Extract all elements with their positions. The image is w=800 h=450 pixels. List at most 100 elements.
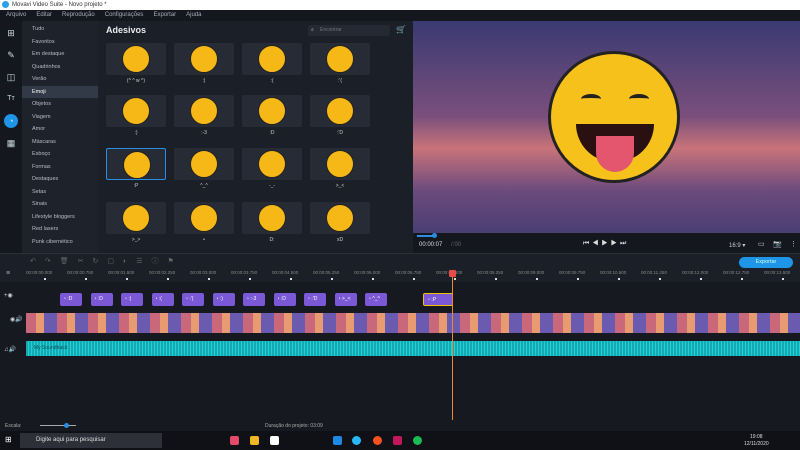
category-item[interactable]: Formas — [22, 161, 98, 174]
emoji-icon — [258, 97, 286, 125]
app-icon[interactable] — [393, 436, 402, 445]
category-item[interactable]: Setas — [22, 186, 98, 199]
sticker-clip[interactable]: ◔ :) — [212, 293, 235, 306]
category-item[interactable]: Esboço — [22, 148, 98, 161]
transitions-icon[interactable]: ◫ — [4, 70, 18, 84]
category-item[interactable]: Favoritos — [22, 36, 98, 49]
sticker-clip[interactable]: ◔ :'D — [304, 293, 326, 306]
snapshot-icon[interactable]: 📷 — [773, 240, 782, 248]
titles-icon[interactable]: Tт — [4, 92, 18, 106]
ruler-tick — [44, 278, 46, 280]
category-item[interactable]: Sinais — [22, 198, 98, 211]
playback-buttons[interactable]: ⏮◀▶▶⏭ — [583, 240, 629, 248]
seek-handle[interactable] — [432, 233, 437, 238]
sticker-tile[interactable] — [310, 202, 370, 234]
sticker-clip[interactable]: ◔ :D — [60, 293, 82, 306]
sticker-tile[interactable] — [242, 202, 302, 234]
app-icon[interactable] — [230, 436, 239, 445]
category-item[interactable]: Lifestyle bloggers — [22, 211, 98, 224]
sticker-tile[interactable] — [174, 148, 234, 180]
category-item[interactable]: Amor — [22, 123, 98, 136]
menu-item[interactable]: Exportar — [153, 10, 176, 21]
sticker-tile[interactable] — [174, 95, 234, 127]
audio-clip[interactable]: My Soundtrack — [26, 341, 800, 356]
filters-icon[interactable]: ✎ — [4, 48, 18, 62]
preview-emoji-sticker[interactable] — [548, 51, 680, 183]
scale-slider[interactable] — [40, 425, 76, 426]
fullscreen-icon[interactable]: ▭ — [758, 240, 765, 248]
sticker-tile[interactable] — [106, 148, 166, 180]
category-item[interactable]: Verão — [22, 73, 98, 86]
sticker-label: >_< — [335, 183, 345, 189]
start-icon[interactable]: ⊞ — [5, 435, 12, 444]
playhead[interactable] — [449, 270, 456, 420]
title-bar: Movavi Video Suite - Novo projeto * — [0, 0, 800, 10]
sticker-tile[interactable] — [242, 148, 302, 180]
menu-item[interactable]: Configurações — [105, 10, 144, 21]
sticker-tile[interactable] — [106, 95, 166, 127]
cart-icon[interactable]: 🛒 — [396, 25, 406, 34]
video-track-icon[interactable]: ◉🔊 — [10, 316, 23, 323]
aspect-select[interactable]: 16:9 ▾ — [729, 242, 745, 249]
category-item[interactable]: Punk cibernético — [22, 236, 98, 249]
menu-item[interactable]: Reprodução — [62, 10, 95, 21]
ruler-tick-label: 00:00:06.750 — [395, 270, 422, 275]
sticker-clip[interactable]: ◔ :'( — [182, 293, 204, 306]
emoji-icon — [122, 45, 150, 73]
app-icon[interactable] — [333, 436, 342, 445]
export-button[interactable]: Exportar — [739, 257, 793, 268]
more-icon[interactable]: ⋮ — [790, 240, 797, 248]
category-item[interactable]: Tudo — [22, 23, 98, 36]
category-item[interactable]: Emoji — [22, 85, 98, 98]
sticker-tile[interactable] — [106, 43, 166, 75]
explorer-icon[interactable] — [250, 436, 259, 445]
category-item[interactable]: Máscaras — [22, 136, 98, 149]
category-item[interactable]: Objetos — [22, 98, 98, 111]
search-input[interactable]: ⌕ Encontrar — [308, 25, 390, 36]
menu-item[interactable]: Editar — [36, 10, 52, 21]
sticker-clip[interactable]: ◔ :( — [151, 293, 174, 306]
sticker-tile[interactable] — [174, 202, 234, 234]
sticker-tile[interactable] — [310, 43, 370, 75]
category-item[interactable]: Quadrinhos — [22, 61, 98, 74]
ruler-tick — [700, 278, 702, 280]
sticker-tile[interactable] — [106, 202, 166, 234]
category-item[interactable]: Em destaque — [22, 48, 98, 61]
stickers-icon[interactable]: ◔ — [4, 114, 18, 128]
sticker-clip[interactable]: ◔ :-3 — [243, 293, 265, 306]
sticker-tile[interactable] — [310, 148, 370, 180]
sticker-tile[interactable] — [242, 95, 302, 127]
taskbar-search[interactable]: Digite aqui para pesquisar — [20, 433, 162, 448]
sticker-track-icon[interactable]: +◉ — [4, 292, 13, 299]
movavi-icon[interactable] — [352, 436, 361, 445]
menu-item[interactable]: Arquivo — [6, 10, 26, 21]
audio-track-icon[interactable]: ♫🔊 — [4, 346, 16, 353]
sticker-clip[interactable]: ◔ >_< — [334, 293, 357, 306]
track-settings-icon[interactable]: ≡ — [6, 270, 10, 277]
ruler-tick-label: 00:00:12.750 — [723, 270, 750, 275]
sticker-label: :-3 — [201, 130, 207, 136]
sticker-clip[interactable]: ◔ ^_^ — [365, 293, 387, 306]
video-clip[interactable] — [26, 313, 800, 333]
sticker-tile[interactable] — [242, 43, 302, 75]
import-icon[interactable]: ⊞ — [4, 26, 18, 40]
more-tools-icon[interactable]: ▦ — [4, 136, 18, 150]
ruler-tick — [782, 278, 784, 280]
edit-tools-icons[interactable]: ↶↷🗑✂↻▢◐☰ⓘ⚑ — [30, 256, 183, 266]
store-icon[interactable] — [270, 436, 279, 445]
sticker-tile[interactable] — [174, 43, 234, 75]
sticker-clip[interactable]: ◔ :D — [273, 293, 296, 306]
spotify-icon[interactable] — [413, 436, 422, 445]
category-item[interactable]: Viagem — [22, 111, 98, 124]
timeline-ruler[interactable]: 00:00:00.000 00:00:00.750 00:00:01.500 00:0… — [22, 268, 800, 282]
scale-slider-handle[interactable] — [64, 423, 69, 428]
chrome-icon[interactable] — [373, 436, 382, 445]
sticker-clip[interactable]: ◔ :P — [423, 293, 453, 306]
sticker-clip[interactable]: ◔ :D — [90, 293, 113, 306]
sticker-tile[interactable] — [310, 95, 370, 127]
category-item[interactable]: Destaques — [22, 173, 98, 186]
sticker-clip[interactable]: ◔ :| — [121, 293, 143, 306]
category-item[interactable]: Red lasers — [22, 223, 98, 236]
menu-item[interactable]: Ajuda — [186, 10, 201, 21]
ruler-tick-label: 00:00:09.750 — [559, 270, 586, 275]
